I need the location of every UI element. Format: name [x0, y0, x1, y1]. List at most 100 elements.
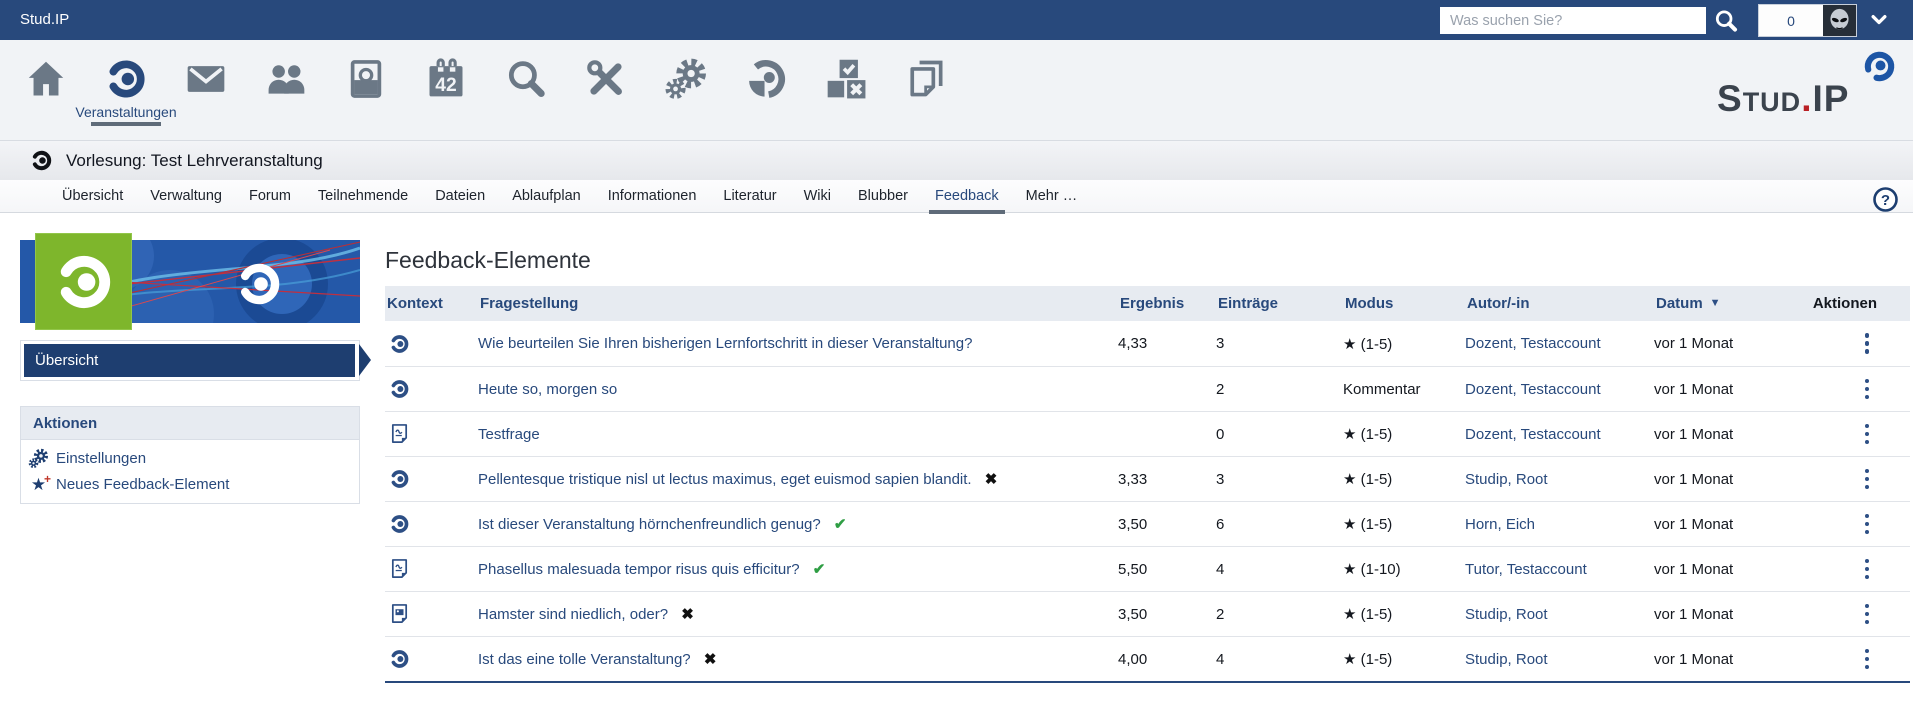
row-actions-menu-icon[interactable] — [1862, 646, 1873, 673]
tab-teilnehmende[interactable]: Teilnehmende — [318, 180, 408, 213]
tab-ablaufplan[interactable]: Ablaufplan — [512, 180, 581, 213]
nav-item-messages[interactable] — [166, 40, 246, 140]
row-actions-menu-icon[interactable] — [1862, 421, 1873, 448]
file-icon — [385, 558, 478, 580]
datum-value: vor 1 Monat — [1654, 606, 1803, 623]
nav-item-pages[interactable] — [886, 40, 966, 140]
ergebnis-value: 4,33 — [1118, 335, 1216, 352]
tab-mehr[interactable]: Mehr … — [1026, 180, 1078, 213]
autor-link[interactable]: Tutor, Testaccount — [1465, 561, 1654, 578]
feedback-question-link[interactable]: Ist das eine tolle Veranstaltung? — [478, 651, 691, 668]
nav-item-tools[interactable] — [566, 40, 646, 140]
file-icon — [385, 423, 478, 445]
new-feedback-element-link[interactable]: ★+ Neues Feedback-Element — [21, 471, 359, 497]
community-icon — [264, 57, 308, 101]
ergebnis-value: 3,50 — [1118, 606, 1216, 623]
check-icon: ✔ — [834, 516, 847, 533]
row-actions-menu-icon[interactable] — [1862, 330, 1873, 357]
eintraege-value: 6 — [1216, 516, 1343, 533]
tab-forum[interactable]: Forum — [249, 180, 291, 213]
row-actions-menu-icon[interactable] — [1862, 376, 1873, 403]
svg-text:?: ? — [1881, 192, 1890, 209]
tab-wiki[interactable]: Wiki — [804, 180, 831, 213]
nav-item-schedule[interactable] — [406, 40, 486, 140]
feedback-question-link[interactable]: Wie beurteilen Sie Ihren bisherigen Lern… — [478, 335, 972, 352]
search-icon[interactable] — [1713, 8, 1739, 34]
feedback-question-link[interactable]: Pellentesque tristique nisl ut lectus ma… — [478, 471, 972, 488]
nav-item-admin[interactable] — [646, 40, 726, 140]
tab-feedback[interactable]: Feedback — [935, 180, 999, 213]
column-header-datum[interactable]: Datum▼ — [1654, 295, 1803, 312]
courses-icon — [104, 57, 148, 101]
nav-item-search[interactable] — [486, 40, 566, 140]
tab-informationen[interactable]: Informationen — [608, 180, 697, 213]
seminar-icon — [385, 513, 478, 535]
sidebar-actions-widget: Aktionen Einstellungen ★+ Neues Feedback… — [20, 406, 360, 504]
feedback-table-header: Kontext Fragestellung Ergebnis Einträge … — [385, 286, 1910, 321]
column-header-ergebnis[interactable]: Ergebnis — [1118, 295, 1216, 312]
sidebar-item-uebersicht[interactable]: Übersicht — [24, 344, 355, 377]
eintraege-value: 3 — [1216, 471, 1343, 488]
home-icon — [24, 57, 68, 101]
settings-link[interactable]: Einstellungen — [21, 445, 359, 471]
sidebar: Übersicht Aktionen Einstellungen ★+ Neue… — [20, 240, 360, 504]
feedback-question-link[interactable]: Ist dieser Veranstaltung hörnchenfreundl… — [478, 516, 821, 533]
datum-value: vor 1 Monat — [1654, 516, 1803, 533]
nav-item-profile[interactable] — [326, 40, 406, 140]
feedback-question-link[interactable]: Testfrage — [478, 426, 540, 443]
modus-value: ★ (1-5) — [1343, 335, 1465, 353]
autor-link[interactable]: Studip, Root — [1465, 471, 1654, 488]
row-actions-menu-icon[interactable] — [1862, 466, 1873, 493]
tab-verwaltung[interactable]: Verwaltung — [150, 180, 222, 213]
tab-blubber[interactable]: Blubber — [858, 180, 908, 213]
feedback-question-link[interactable]: Phasellus malesuada tempor risus quis ef… — [478, 561, 800, 578]
tools-icon — [584, 57, 628, 101]
avatar[interactable] — [1823, 5, 1856, 36]
table-row: Pellentesque tristique nisl ut lectus ma… — [385, 456, 1910, 501]
chevron-down-icon[interactable] — [1868, 10, 1890, 30]
eintraege-value: 3 — [1216, 335, 1343, 352]
autor-link[interactable]: Dozent, Testaccount — [1465, 335, 1654, 352]
tab-uebersicht[interactable]: Übersicht — [62, 180, 123, 213]
autor-link[interactable]: Horn, Eich — [1465, 516, 1654, 533]
modus-value: Kommentar — [1343, 381, 1465, 398]
top-header-bar: Stud.IP 0 — [0, 0, 1913, 40]
search-input[interactable] — [1440, 7, 1706, 34]
nav-item-home[interactable] — [6, 40, 86, 140]
feedback-question-link[interactable]: Hamster sind niedlich, oder? — [478, 606, 668, 623]
schedule-icon — [424, 57, 468, 101]
tab-dateien[interactable]: Dateien — [435, 180, 485, 213]
nav-item-community[interactable] — [246, 40, 326, 140]
course-seminar-icon — [30, 149, 53, 172]
help-icon[interactable]: ? — [1872, 186, 1899, 213]
feedback-table-body: Wie beurteilen Sie Ihren bisherigen Lern… — [385, 321, 1910, 681]
column-header-eintraege[interactable]: Einträge — [1216, 295, 1343, 312]
column-header-autor[interactable]: Autor/-in — [1465, 295, 1654, 312]
row-actions-menu-icon[interactable] — [1862, 556, 1873, 583]
studip-logo: STUD.IP — [1717, 52, 1897, 124]
tab-literatur[interactable]: Literatur — [723, 180, 776, 213]
notification-count-badge[interactable]: 0 — [1759, 5, 1823, 36]
table-row: Hamster sind niedlich, oder? ✖ 3,50 2 ★ … — [385, 591, 1910, 636]
autor-link[interactable]: Dozent, Testaccount — [1465, 426, 1654, 443]
column-header-fragestellung[interactable]: Fragestellung — [478, 295, 1118, 312]
autor-link[interactable]: Studip, Root — [1465, 651, 1654, 668]
row-actions-menu-icon[interactable] — [1862, 601, 1873, 628]
eintraege-value: 2 — [1216, 381, 1343, 398]
datum-value: vor 1 Monat — [1654, 381, 1803, 398]
table-row: Ist das eine tolle Veranstaltung? ✖ 4,00… — [385, 636, 1910, 681]
nav-item-questionnaire[interactable] — [806, 40, 886, 140]
row-actions-menu-icon[interactable] — [1862, 511, 1873, 538]
nav-item-veranstaltungen[interactable]: Veranstaltungen — [86, 40, 166, 140]
admin-gears-icon — [664, 57, 708, 101]
autor-link[interactable]: Studip, Root — [1465, 606, 1654, 623]
course-title: Vorlesung: Test Lehrveranstaltung — [66, 151, 323, 171]
nav-item-evaluation[interactable] — [726, 40, 806, 140]
column-header-modus[interactable]: Modus — [1343, 295, 1465, 312]
autor-link[interactable]: Dozent, Testaccount — [1465, 381, 1654, 398]
feedback-question-link[interactable]: Heute so, morgen so — [478, 381, 617, 398]
check-icon: ✔ — [813, 561, 826, 578]
course-header-bar: Vorlesung: Test Lehrveranstaltung — [0, 141, 1913, 180]
user-menu[interactable]: 0 — [1758, 4, 1857, 37]
column-header-kontext: Kontext — [385, 295, 478, 312]
